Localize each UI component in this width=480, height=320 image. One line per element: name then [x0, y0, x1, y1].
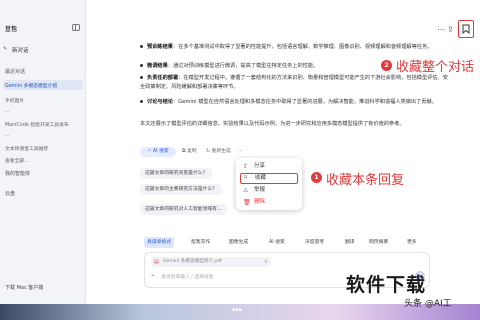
bullet-conclusion: 讨论与结论：Gemini 模型在自然语言处理和多模态任务中取得了显著的进展，为解…: [140, 98, 450, 107]
remove-attachment-icon[interactable]: ×: [264, 257, 268, 267]
sidebar-item[interactable]: ...: [3, 107, 83, 117]
bullet-text: ：Gemini 模型在自然语言处理和多模态任务中取得了显著的进展，为解决智能、推…: [172, 99, 437, 105]
tool-deep-think[interactable]: 深度思考: [302, 237, 327, 248]
share-icon[interactable]: ⇪: [447, 25, 454, 34]
sidebar-item[interactable]: 手机图片: [3, 95, 83, 105]
view-all-link[interactable]: 查看全部...: [3, 155, 83, 165]
pdf-file-icon: ▤: [154, 259, 159, 265]
bullet-title: 预训练结果: [147, 44, 173, 50]
menu-item-delete[interactable]: 🗑 删除: [240, 197, 298, 208]
message-input[interactable]: 发消息或输入 / 选择技能: [161, 273, 214, 280]
report-icon: ⚠: [243, 187, 249, 194]
suggestion-chip[interactable]: 这篇文章的主要研究方法是什么？: [140, 184, 222, 195]
annotation-callout-2: 收藏整个对话: [396, 60, 475, 75]
tool-doc-reader[interactable]: 真读单格式: [144, 237, 174, 248]
regenerate-button[interactable]: ↻ 重新生成: [206, 147, 231, 157]
regenerate-label: 重新生成: [211, 149, 231, 154]
sidebar-header: 豆包: [0, 22, 86, 36]
tool-writing[interactable]: 帮我写作: [188, 237, 213, 248]
ai-search-button[interactable]: ✧ AI 搜索: [140, 147, 176, 157]
tool-ai-search[interactable]: AI 搜索: [266, 237, 288, 248]
sidebar-item[interactable]: ...: [3, 131, 83, 141]
sidebar-toggle-icon[interactable]: [72, 24, 80, 31]
bullet-text: ：在多个基准测试中取得了显著的性能提升，包括语言理解、数学推理、图像识别、视频理…: [172, 44, 433, 50]
copy-label: 复制: [186, 149, 197, 154]
menu-item-collect[interactable]: ⌑ 收藏: [240, 173, 298, 184]
recent-section-label: 最近对话: [5, 69, 26, 75]
bullet-title: 微调结果: [147, 63, 168, 69]
copy-button[interactable]: ⧉ 复制: [182, 147, 197, 157]
tool-image-gen[interactable]: 图像生成: [226, 237, 251, 248]
annotation-callout-1: 收藏本条回复: [326, 173, 405, 188]
bookmark-conversation-button[interactable]: [458, 20, 474, 38]
sidebar-item-marscode[interactable]: MarsCode 智能开发工具发布: [3, 119, 83, 129]
bullet-pretraining: 预训练结果：在多个基准测试中取得了显著的性能提升，包括语言理解、数学推理、图像识…: [140, 43, 450, 52]
attachment-name: Gemini 多模态模型简介.pdf: [163, 259, 222, 264]
sidebar-item-gemini[interactable]: Gemini 多模态模型介绍: [3, 80, 83, 90]
bullet-title: 讨论与结论: [147, 99, 173, 105]
bookmark-icon: ⌑: [244, 174, 248, 181]
dock-indicator: ▪▪▪: [232, 307, 243, 313]
menu-report-label: 举报: [254, 187, 266, 193]
summary-paragraph: 本文还展示了模型评估的详细信息、实验结果以及代码示例，为进一步研究和应用多模态模…: [140, 121, 405, 127]
watermark-text: 软件下载: [346, 274, 427, 296]
tool-translate[interactable]: 翻译: [342, 237, 358, 248]
annotation-badge-1: 1: [311, 172, 322, 183]
watermark-subtext: 头条 @AI工: [404, 299, 452, 309]
suggestion-chip[interactable]: 这篇文章的研究背景是什么？: [140, 168, 213, 179]
annotation-badge-2: 2: [381, 60, 392, 71]
sidebar: 豆包 ✎ 新对话 最近对话 Gemini 多模态模型介绍 手机图片 ... Ma…: [0, 0, 86, 304]
share-icon: ⇪: [243, 163, 249, 170]
menu-collect-label: 收藏: [255, 175, 267, 181]
bookmark-icon: [462, 24, 470, 34]
bullet-text: ：通过对预训练模型进行微调，提高了模型在特定任务上的性能。: [167, 63, 319, 69]
attachment-chip[interactable]: ▤ Gemini 多模态模型简介.pdf ×: [151, 257, 271, 267]
tool-more[interactable]: 更多: [404, 237, 420, 248]
ai-search-label: AI 搜索: [152, 149, 169, 154]
agents-section-label[interactable]: 我的智能体: [5, 170, 30, 177]
menu-share-label: 分享: [254, 163, 266, 169]
cloud-section-label[interactable]: 云盘: [5, 190, 15, 197]
menu-delete-label: 删除: [254, 199, 266, 205]
more-actions-menu: ⇪ 分享 ⌑ 收藏 ⚠ 举报 🗑 删除: [236, 158, 302, 210]
download-client-link[interactable]: 下载 Mac 客户端: [5, 284, 43, 291]
bullet-text: ：在模型开发过程中，遵循了一套结构化的方法来识别、衡量和管理模型可能产生的下游社…: [140, 75, 448, 90]
more-dots-icon[interactable]: ⋯: [437, 25, 445, 34]
bullet-responsible: 负责任的部署：在模型开发过程中，遵循了一套结构化的方法来识别、衡量和管理模型可能…: [140, 74, 450, 91]
app-title: 豆包: [5, 26, 18, 33]
sidebar-item-tts[interactable]: 文本转语音工具推荐: [3, 143, 83, 153]
new-chat-icon: ✎: [3, 46, 8, 52]
paperclip-icon[interactable]: ⌁: [151, 272, 155, 279]
suggestion-chip[interactable]: 这篇文章的研究对人工智能领域有…: [140, 204, 227, 215]
more-actions-icon[interactable]: ⋯: [238, 147, 243, 157]
menu-item-share[interactable]: ⇪ 分享: [240, 161, 298, 172]
bullet-title: 负责任的部署: [147, 75, 179, 81]
app-window: 豆包 ✎ 新对话 最近对话 Gemini 多模态模型介绍 手机图片 ... Ma…: [0, 0, 480, 304]
menu-item-report[interactable]: ⚠ 举报: [240, 185, 298, 196]
tool-web-summary[interactable]: 网页摘要: [366, 237, 391, 248]
trash-icon: 🗑: [243, 199, 251, 206]
new-chat-button[interactable]: 新对话: [12, 46, 29, 54]
